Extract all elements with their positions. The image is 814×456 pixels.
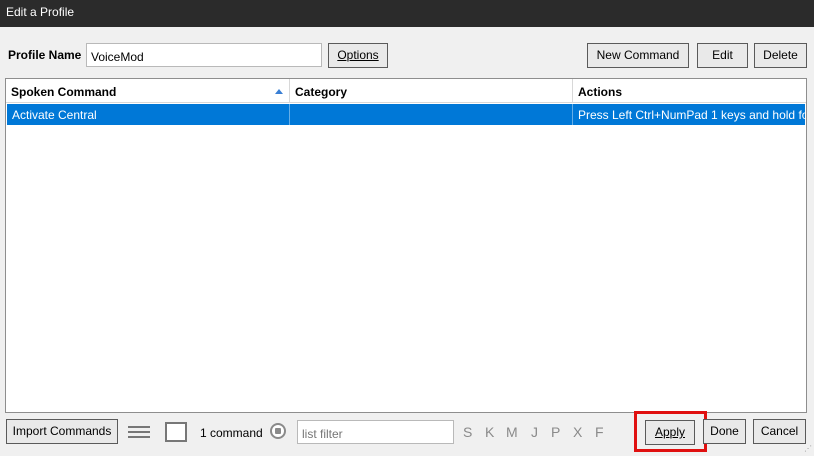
filter-letter-m[interactable]: M [506,424,518,440]
done-button-label: Done [710,424,739,438]
resize-grip-icon[interactable]: ⋰ [802,444,812,454]
done-button[interactable]: Done [703,419,746,444]
new-command-button-label: New Command [596,48,680,62]
edit-button-label: Edit [712,48,733,62]
cell-actions: Press Left Ctrl+NumPad 1 keys and hold f… [578,108,805,122]
cell-category [290,104,573,125]
cell-spoken-command: Activate Central [7,104,290,125]
list-view-icon[interactable] [128,426,150,438]
box-view-icon[interactable] [165,422,187,442]
list-filter-input[interactable] [297,420,454,444]
delete-button[interactable]: Delete [754,43,807,68]
apply-highlight-box [634,411,707,452]
cancel-button[interactable]: Cancel [753,419,806,444]
profile-name-input[interactable] [86,43,322,67]
filter-letter-f[interactable]: F [595,424,604,440]
new-command-button[interactable]: New Command [587,43,689,68]
table-row[interactable]: Activate Central Press Left Ctrl+NumPad … [7,104,805,125]
profile-name-label: Profile Name [8,48,82,62]
column-header-actions[interactable]: Actions [573,79,806,103]
commands-table[interactable]: Spoken Command Category Actions Activate… [5,78,807,413]
filter-letter-s[interactable]: S [463,424,472,440]
filter-letter-j[interactable]: J [531,424,538,440]
table-header: Spoken Command Category Actions [6,79,806,103]
filter-letter-p[interactable]: P [551,424,560,440]
import-commands-button[interactable]: Import Commands [6,419,118,444]
options-button-label: Options [337,48,379,62]
command-count: 1 command [200,426,263,440]
delete-button-label: Delete [763,48,798,62]
sort-ascending-icon [275,89,283,94]
options-button[interactable]: Options [328,43,388,68]
column-header-category[interactable]: Category [290,79,573,103]
cancel-button-label: Cancel [760,424,799,438]
edit-button[interactable]: Edit [697,43,748,68]
filter-letter-k[interactable]: K [485,424,494,440]
filter-letter-x[interactable]: X [573,424,582,440]
column-header-spoken-command[interactable]: Spoken Command [6,79,290,103]
stop-listening-icon[interactable] [270,423,286,439]
import-commands-button-label: Import Commands [12,424,112,438]
window-title: Edit a Profile [0,0,814,27]
